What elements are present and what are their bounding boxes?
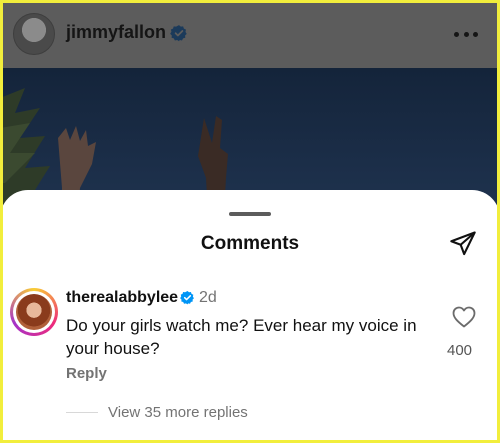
more-options-icon[interactable] [454, 24, 478, 44]
comment-text: Do your girls watch me? Ever hear my voi… [66, 316, 417, 358]
comments-sheet: Comments therealabbylee 2d Do your girls… [0, 190, 500, 443]
commenter-avatar[interactable] [10, 288, 58, 336]
drag-handle[interactable] [229, 212, 271, 216]
post-header: jimmyfallon [0, 0, 500, 68]
like-count: 400 [447, 342, 473, 359]
view-replies-button[interactable]: View 35 more replies [108, 404, 248, 421]
post-author-username[interactable]: jimmyfallon [66, 22, 166, 43]
paper-plane-icon[interactable] [449, 229, 477, 257]
commenter-photo [16, 294, 52, 330]
heart-icon[interactable] [452, 306, 476, 328]
comments-title: Comments [200, 233, 300, 254]
verified-badge-icon [180, 290, 194, 305]
post-author-avatar[interactable] [13, 13, 55, 55]
comment-timestamp: 2d [199, 289, 217, 306]
verified-badge-icon [170, 25, 187, 42]
reply-button[interactable]: Reply [66, 365, 107, 382]
replies-divider [66, 412, 98, 413]
commenter-username[interactable]: therealabbylee [66, 289, 178, 307]
